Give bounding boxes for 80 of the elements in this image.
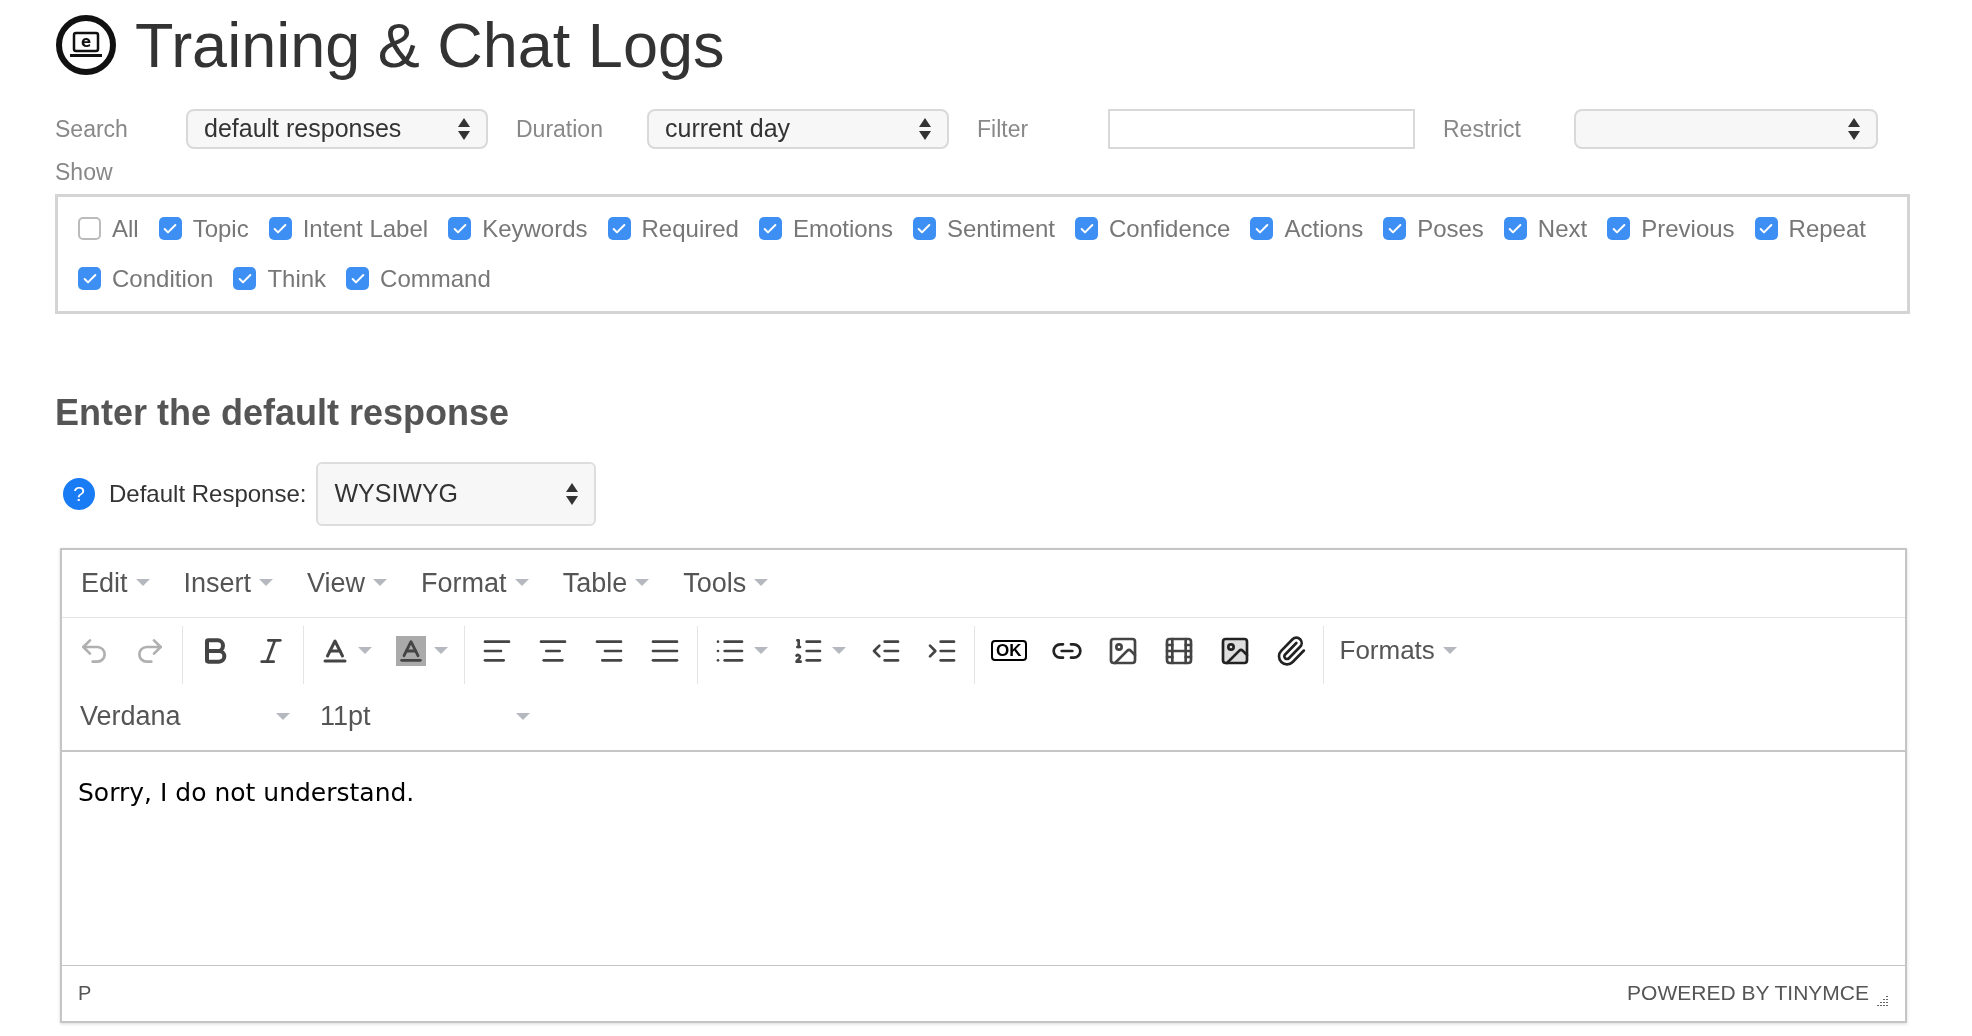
caret-icon <box>1442 646 1457 655</box>
checkbox-label: Topic <box>192 213 249 244</box>
field-label: Default Response: <box>109 478 307 509</box>
checkbox-label: Required <box>641 213 739 244</box>
updown-arrows-icon <box>566 482 579 505</box>
menu-item[interactable]: Format <box>408 562 542 604</box>
editor-content: Sorry, I do not understand. <box>78 776 416 809</box>
menu-item[interactable]: View <box>294 562 401 604</box>
field-label: Restrict <box>1443 114 1522 144</box>
checkbox-label: Keywords <box>482 213 588 244</box>
caret-icon <box>754 646 768 655</box>
updown-arrows-icon <box>1848 118 1860 140</box>
checkbox-label: Intent Label <box>302 213 429 244</box>
caret-icon <box>135 579 150 587</box>
caret-icon <box>434 646 448 655</box>
caret-icon <box>259 579 274 587</box>
checkbox-label: All <box>112 213 139 244</box>
show-label: Show <box>55 158 114 187</box>
checkbox-label: Command <box>380 263 491 294</box>
checkbox[interactable] <box>1250 217 1274 240</box>
font-family-dropdown[interactable]: Verdana <box>80 696 290 737</box>
checkbox[interactable] <box>1607 217 1631 240</box>
checkbox-label: Think <box>267 263 327 294</box>
checkbox[interactable] <box>448 217 472 240</box>
resize-handle-icon[interactable] <box>1875 994 1889 1009</box>
checkbox[interactable] <box>78 217 101 240</box>
select-field[interactable]: default responses <box>186 109 488 149</box>
logo-icon: e <box>55 14 117 76</box>
caret-icon <box>514 579 529 587</box>
caret-icon <box>373 579 388 587</box>
menu-item[interactable]: Edit <box>68 562 163 604</box>
checkbox-label: Actions <box>1284 213 1364 244</box>
formats-dropdown[interactable]: Formats <box>1327 625 1469 676</box>
checkbox[interactable] <box>346 267 370 290</box>
checkbox[interactable] <box>233 267 257 290</box>
field-label: Filter <box>977 114 1030 144</box>
checkbox-label: Sentiment <box>946 213 1056 244</box>
checkbox-label: Confidence <box>1109 213 1231 244</box>
checkbox-label: Next <box>1537 213 1588 244</box>
toolbar-button[interactable]: OK <box>979 625 1039 676</box>
checkbox-label: Poses <box>1417 213 1484 244</box>
checkbox[interactable] <box>78 267 101 290</box>
section-heading: Enter the default response <box>55 390 511 435</box>
caret-icon <box>635 579 650 587</box>
field-label: Search <box>55 114 129 144</box>
menu-item[interactable]: Table <box>549 562 663 604</box>
checkbox[interactable] <box>1503 217 1527 240</box>
caret-icon <box>754 579 769 587</box>
checkbox-label: Previous <box>1641 213 1735 244</box>
select-field[interactable] <box>1574 109 1878 149</box>
field-label: Duration <box>516 114 604 144</box>
updown-arrows-icon <box>919 118 931 140</box>
caret-icon <box>516 712 530 721</box>
select-field[interactable]: WYSIWYG <box>316 461 597 526</box>
checkbox-label: Condition <box>112 263 214 294</box>
checkbox[interactable] <box>1754 217 1778 240</box>
updown-arrows-icon <box>458 118 470 140</box>
filter-input[interactable] <box>1108 109 1415 149</box>
checkbox[interactable] <box>912 217 936 240</box>
background-color-icon <box>396 635 426 666</box>
menu-item[interactable]: Tools <box>670 562 782 604</box>
checkbox[interactable] <box>758 217 782 240</box>
checkbox-label: Emotions <box>792 213 893 244</box>
ok-icon: OK <box>991 640 1027 661</box>
checkbox-label: Repeat <box>1788 213 1866 244</box>
caret-icon <box>358 646 372 655</box>
checkbox[interactable] <box>268 217 292 240</box>
caret-icon <box>832 646 846 655</box>
element-path: P <box>78 981 92 1006</box>
branding-text: POWERED BY TINYMCE <box>1627 980 1869 1007</box>
select-field[interactable]: current day <box>647 109 949 149</box>
help-icon[interactable]: ? <box>63 477 95 510</box>
caret-icon <box>276 712 290 721</box>
page-title: Training & Chat Logs <box>135 9 725 82</box>
checkbox[interactable] <box>158 217 182 240</box>
checkbox[interactable] <box>1075 217 1099 240</box>
font-size-dropdown[interactable]: 11pt <box>320 696 530 737</box>
checkbox[interactable] <box>607 217 631 240</box>
checkbox[interactable] <box>1383 217 1407 240</box>
menu-item[interactable]: Insert <box>170 562 287 604</box>
